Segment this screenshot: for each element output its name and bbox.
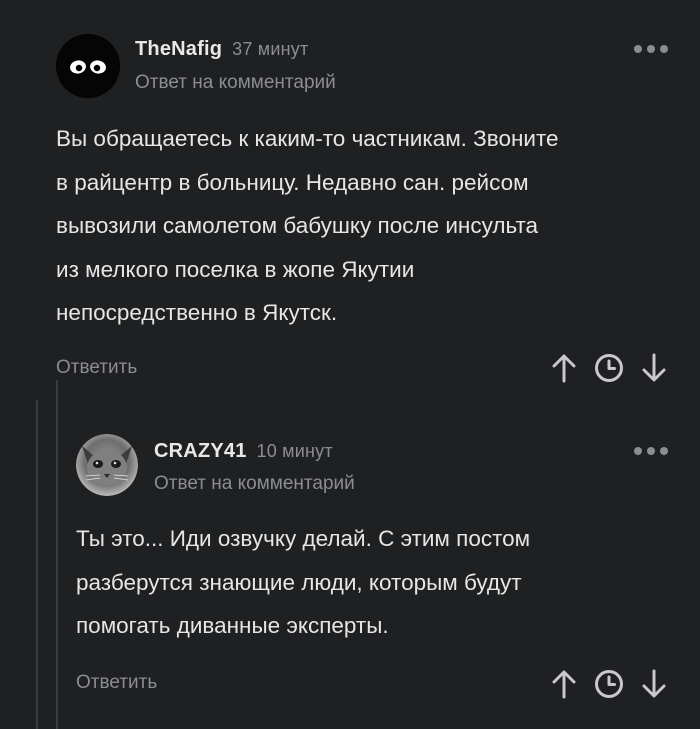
downvote-button[interactable] (638, 352, 670, 384)
reply-button[interactable]: Ответить (76, 672, 157, 694)
cat-photo-icon (76, 434, 138, 496)
more-dots-icon (647, 447, 655, 455)
author-link[interactable]: TheNafig (135, 38, 222, 60)
author-name[interactable]: TheNafig 37 минут (135, 38, 308, 61)
author-name[interactable]: CRAZY41 10 минут (154, 440, 333, 463)
avatar[interactable] (56, 34, 120, 98)
more-dots-icon (647, 45, 655, 53)
comment-text: Вы обращаетесь к каким-то частникам. Зво… (56, 126, 559, 325)
reply-button[interactable]: Ответить (56, 357, 137, 379)
avatar[interactable] (76, 434, 138, 496)
comment: TheNafig 37 минут Ответ на комментарий Вы… (0, 0, 700, 400)
comment-time[interactable]: 10 минут (257, 441, 333, 461)
ghost-eyes-icon (56, 34, 120, 98)
clock-icon (595, 670, 623, 698)
upvote-button[interactable] (548, 668, 580, 700)
save-button[interactable] (593, 668, 625, 700)
comment-reply: CRAZY41 10 минут Ответ на комментарий Ты … (0, 400, 700, 729)
author-link[interactable]: CRAZY41 (154, 440, 247, 462)
arrow-up-icon (552, 354, 576, 383)
more-dots-icon (660, 45, 668, 53)
reply-to-link[interactable]: Ответ на комментарий (154, 473, 355, 495)
comment-text: Ты это... Иди озвучку делай. С этим пост… (76, 526, 531, 638)
upvote-button[interactable] (548, 352, 580, 384)
reply-to-link[interactable]: Ответ на комментарий (135, 72, 336, 94)
more-dots-icon (634, 447, 642, 455)
comment-time[interactable]: 37 минут (232, 39, 308, 59)
more-options-button[interactable] (634, 45, 668, 53)
comment-actions (548, 352, 670, 384)
more-dots-icon (634, 45, 642, 53)
arrow-up-icon (552, 670, 576, 699)
more-options-button[interactable] (634, 447, 668, 455)
downvote-button[interactable] (638, 668, 670, 700)
arrow-down-icon (642, 353, 666, 382)
save-button[interactable] (593, 352, 625, 384)
arrow-down-icon (642, 669, 666, 698)
comment-actions (548, 668, 670, 700)
clock-icon (595, 354, 623, 382)
more-dots-icon (660, 447, 668, 455)
